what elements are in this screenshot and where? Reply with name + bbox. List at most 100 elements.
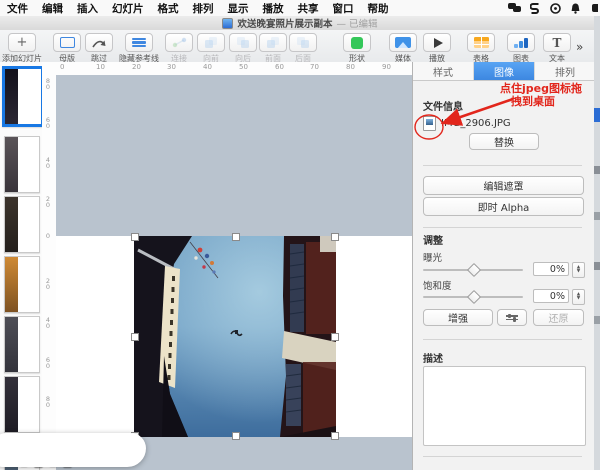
move-forward-button: 向前 — [196, 33, 226, 62]
h-tick: 60 — [275, 63, 284, 71]
inspector-tabs: 样式 图像 排列 — [413, 62, 595, 81]
v-tick: 40 — [45, 156, 51, 170]
instant-alpha-button[interactable]: 即时 Alpha — [423, 197, 584, 216]
notification-bell-icon[interactable] — [570, 3, 581, 14]
desktop-icon-fragment — [594, 166, 600, 174]
play-button[interactable]: 播放 — [422, 33, 452, 62]
menu-share[interactable]: 共享 — [291, 1, 326, 16]
bring-to-front-button: 前面 — [258, 33, 288, 62]
move-backward-icon — [236, 37, 250, 48]
selection-handle-e[interactable] — [331, 333, 339, 341]
send-to-back-button: 后面 — [288, 33, 318, 62]
exposure-value[interactable]: 0% — [533, 262, 569, 276]
title-bar: 欢送晚宴照片展示副本 — 已编辑 — [0, 16, 600, 31]
tab-image[interactable]: 图像 — [474, 62, 535, 80]
slide-thumbnail-2[interactable] — [4, 136, 40, 193]
file-info-row[interactable]: IMG_2906.JPG — [423, 116, 511, 131]
skip-slide-button[interactable]: 跳过 — [84, 33, 114, 62]
chart-button[interactable]: 图表 — [506, 33, 536, 62]
clipped-icon — [592, 3, 598, 12]
tab-style[interactable]: 样式 — [413, 62, 474, 80]
text-button[interactable]: T 文本 — [542, 33, 572, 62]
slide-thumbnail-5[interactable] — [4, 316, 40, 373]
shapes-icon — [351, 36, 363, 49]
table-button[interactable]: 表格 — [466, 33, 496, 62]
thumbnail-image — [5, 317, 18, 372]
text-icon: T — [552, 35, 562, 50]
slide-navigator — [0, 62, 44, 470]
menu-window[interactable]: 窗口 — [326, 1, 361, 16]
toolbar-overflow-button[interactable]: » — [576, 40, 583, 54]
selected-photo[interactable] — [131, 233, 339, 440]
add-slide-button[interactable]: + 添加幻灯片 — [0, 33, 50, 62]
selection-handle-n[interactable] — [232, 233, 240, 241]
table-icon — [473, 37, 489, 48]
adjustment-sliders-button[interactable] — [497, 309, 527, 326]
menu-view[interactable]: 显示 — [221, 1, 256, 16]
slider-thumb[interactable] — [466, 289, 482, 305]
selection-handle-w[interactable] — [131, 333, 139, 341]
selection-handle-nw[interactable] — [131, 233, 139, 241]
photo-image — [134, 236, 336, 437]
saturation-slider[interactable] — [423, 289, 523, 305]
menu-help[interactable]: 帮助 — [361, 1, 396, 16]
exposure-stepper[interactable]: ▲ ▼ — [572, 262, 585, 278]
edit-mask-button[interactable]: 编辑遮罩 — [423, 176, 584, 195]
exposure-slider[interactable] — [423, 262, 523, 278]
tab-arrange[interactable]: 排列 — [535, 62, 595, 80]
menu-arrange[interactable]: 排列 — [186, 1, 221, 16]
messages-icon[interactable] — [508, 2, 521, 14]
skip-arrow-icon — [92, 40, 106, 47]
v-tick: 20 — [45, 277, 51, 291]
description-textarea[interactable] — [423, 366, 586, 446]
selection-handle-se[interactable] — [331, 432, 339, 440]
file-name: IMG_2906.JPG — [441, 118, 511, 129]
redaction-blob — [0, 433, 146, 467]
exposure-label: 曝光 — [423, 253, 443, 264]
slide-canvas[interactable] — [56, 75, 412, 470]
media-button[interactable]: 媒体 — [388, 33, 418, 62]
saturation-value[interactable]: 0% — [533, 289, 569, 303]
replace-button[interactable]: 替换 — [469, 133, 539, 150]
thumbnail-image — [5, 137, 18, 192]
divider — [423, 456, 582, 457]
menu-edit[interactable]: 编辑 — [35, 1, 70, 16]
master-slide-button[interactable]: 母版 — [52, 33, 82, 62]
toolbar: + 添加幻灯片 母版 跳过 隐藏参考线 连接 向前 向后 前面 后面 形状 媒体… — [0, 30, 600, 63]
time-machine-icon[interactable] — [550, 2, 561, 14]
shapes-button[interactable]: 形状 — [342, 33, 372, 62]
menu-play[interactable]: 播放 — [256, 1, 291, 16]
reset-button: 还原 — [533, 309, 584, 326]
menu-format[interactable]: 格式 — [151, 1, 186, 16]
launcher-icon[interactable] — [530, 2, 541, 14]
h-tick: 70 — [310, 63, 319, 71]
thumbnail-image — [5, 69, 18, 124]
selection-handle-ne[interactable] — [331, 233, 339, 241]
master-slide-icon — [59, 37, 75, 48]
saturation-stepper[interactable]: ▲ ▼ — [572, 289, 585, 305]
menubar-status-icons — [508, 1, 600, 15]
menu-slide[interactable]: 幻灯片 — [105, 1, 151, 16]
enhance-button[interactable]: 增强 — [423, 309, 493, 326]
jpeg-file-icon[interactable] — [423, 116, 436, 131]
slide-thumbnail-4[interactable] — [4, 256, 40, 313]
v-tick: 60 — [45, 356, 51, 370]
slide-thumbnail-3[interactable] — [4, 196, 40, 253]
hide-guides-button[interactable]: 隐藏参考线 — [116, 33, 162, 62]
v-tick: 0 — [45, 232, 51, 240]
document-title: 欢送晚宴照片展示副本 — [237, 19, 333, 30]
h-tick: 80 — [346, 63, 355, 71]
menu-file[interactable]: 文件 — [0, 1, 35, 16]
document-icon — [222, 17, 234, 29]
adjust-section-label: 调整 — [423, 236, 443, 247]
v-tick: 20 — [45, 195, 51, 209]
send-back-icon — [296, 37, 310, 48]
slide-thumbnail-1-selected[interactable] — [2, 66, 44, 127]
selection-handle-s[interactable] — [232, 432, 240, 440]
slide-thumbnail-6[interactable] — [4, 376, 40, 433]
slider-thumb[interactable] — [466, 262, 482, 278]
menu-insert[interactable]: 插入 — [70, 1, 105, 16]
keynote-window: 文件 编辑 插入 幻灯片 格式 排列 显示 播放 共享 窗口 帮助 欢送晚宴照片… — [0, 0, 600, 470]
h-tick: 10 — [96, 63, 105, 71]
saturation-label: 饱和度 — [423, 281, 452, 292]
